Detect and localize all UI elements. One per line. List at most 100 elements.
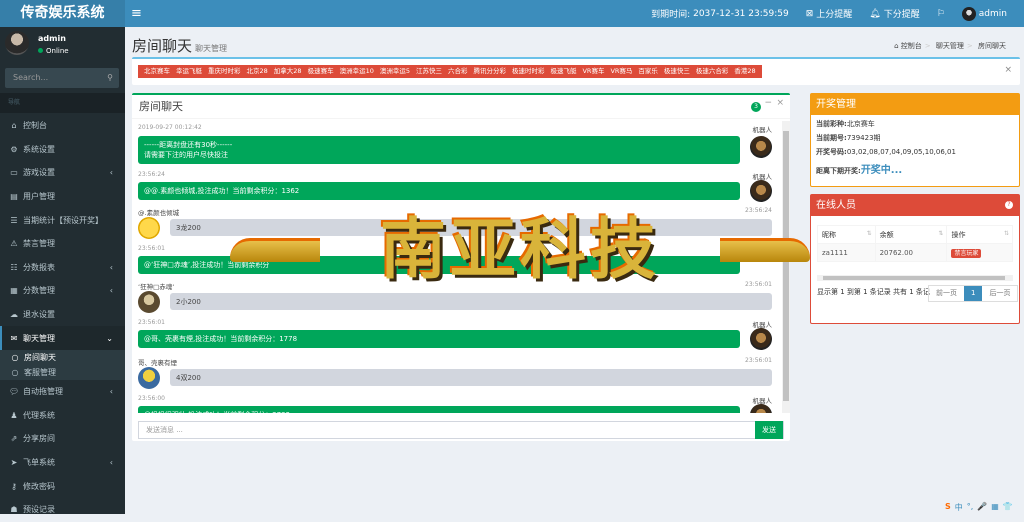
lottery-tab[interactable]: 腾讯分分彩 <box>473 65 506 78</box>
scrollbar-thumb[interactable] <box>823 276 1005 280</box>
lottery-tab[interactable]: 重庆时时彩 <box>208 65 241 78</box>
sidebar-item-users[interactable]: ▤ 用户管理 <box>0 185 125 209</box>
sidebar-subitem-room-chat[interactable]: ○ 房间聊天 <box>0 350 125 365</box>
ime-punct[interactable]: °, <box>967 502 974 513</box>
lottery-tab[interactable]: 北京28 <box>247 65 268 78</box>
chat-scrollbar[interactable] <box>782 121 790 413</box>
chat-message: 23:56:01 @ʼ狂神□赤魂ʼ,投注成功！当前剩余积分 <box>138 245 772 277</box>
message-time: 23:56:00 <box>138 395 165 402</box>
value: 03,02,08,07,04,09,05,10,06,01 <box>846 148 956 156</box>
lottery-tab[interactable]: 澳洲幸运10 <box>340 65 374 78</box>
search-placeholder: Search... <box>13 73 49 82</box>
table-scrollbar[interactable] <box>817 275 1013 281</box>
gamepad-icon: ▭ <box>10 168 18 178</box>
panel-title: 在线人员 <box>811 195 1019 216</box>
sidebar-toggle-icon[interactable]: ≡ <box>131 0 142 27</box>
message-sender: ʼ狂神□赤魂ʼ <box>138 283 175 291</box>
prev-page-button[interactable]: 前一页 <box>929 286 964 301</box>
skin-icon[interactable]: 👕 <box>1003 502 1013 513</box>
chevron-left-icon: ‹ <box>109 262 113 272</box>
lottery-tab[interactable]: VR赛马 <box>610 65 632 78</box>
sidebar-item-score-management[interactable]: ▦ 分数管理 ‹ <box>0 279 125 303</box>
sidebar-item-score-report[interactable]: ☷ 分数报表 ‹ <box>0 256 125 280</box>
sidebar-item-auto-bot[interactable]: 💬︎ 自动拖管理 ‹ <box>0 380 125 404</box>
sidebar-item-period-stats[interactable]: ☰ 当期统计【预设开奖】 <box>0 208 125 232</box>
sidebar-item-fly-order[interactable]: ➤ 飞单系统 ‹ <box>0 451 125 475</box>
lottery-tab[interactable]: 六合彩 <box>448 65 468 78</box>
sidebar-item-rebate-settings[interactable]: ☁ 退水设置 <box>0 303 125 327</box>
minimize-icon[interactable]: − <box>764 98 772 108</box>
share-icon: ⇗ <box>10 434 18 444</box>
next-page-button[interactable]: 后一页 <box>982 286 1017 301</box>
page-1-button[interactable]: 1 <box>964 286 983 301</box>
message-time: 23:56:24 <box>745 207 772 214</box>
column-header[interactable]: 余额 ⇅ <box>874 225 948 244</box>
mute-player-button[interactable]: 禁言玩家 <box>951 249 982 258</box>
lottery-tab[interactable]: 极速快三 <box>664 65 690 78</box>
lottery-tab[interactable]: 幸运飞艇 <box>176 65 202 78</box>
sidebar-item-agent[interactable]: ♟ 代理系统 <box>0 404 125 428</box>
breadcrumb-item[interactable]: 聊天管理 <box>936 42 964 50</box>
lottery-tab[interactable]: 百家乐 <box>638 65 658 78</box>
sidebar-item-chat-management[interactable]: ✉ 聊天管理 ⌄ <box>0 326 125 350</box>
lottery-tab[interactable]: 澳洲幸运5 <box>380 65 410 78</box>
keyboard-icon[interactable]: ▦ <box>991 502 999 513</box>
column-header[interactable]: 昵称 ⇅ <box>817 225 876 244</box>
lottery-tab[interactable]: 江苏快三 <box>416 65 442 78</box>
lottery-tab[interactable]: 北京赛车 <box>144 65 170 78</box>
user-avatar <box>138 367 160 389</box>
sidebar-item-share-room[interactable]: ⇗ 分享房间 <box>0 427 125 451</box>
sidebar-item-mute-management[interactable]: ⚠ 禁言管理 <box>0 232 125 256</box>
sidebar-item-label: 游戏设置 <box>23 168 55 178</box>
sidebar-item-system-settings[interactable]: ⚙ 系统设置 <box>0 138 125 162</box>
close-icon[interactable]: × <box>1004 65 1012 75</box>
report-icon: ☷ <box>10 262 18 272</box>
breadcrumb-item: 房间聊天 <box>978 42 1006 50</box>
lottery-tab[interactable]: 极速时时彩 <box>512 65 545 78</box>
lottery-tab[interactable]: 极速飞艇 <box>550 65 576 78</box>
sidebar-item-dashboard[interactable]: ⌂ 控制台 <box>0 114 125 138</box>
sidebar-item-game-settings[interactable]: ▭ 游戏设置 ‹ <box>0 161 125 185</box>
label: 距离下期开奖: <box>816 167 861 175</box>
lottery-tab[interactable]: VR赛车 <box>582 65 604 78</box>
lottery-tab[interactable]: 加拿大28 <box>274 65 302 78</box>
up-remind-link[interactable]: ⊠ 上分提醒 <box>806 7 853 21</box>
sidebar-item-preset-record[interactable]: ☗ 预设记录 <box>0 498 125 522</box>
lottery-tab[interactable]: 香港28 <box>734 65 755 78</box>
send-button[interactable]: 发送 <box>755 421 783 439</box>
close-icon[interactable]: × <box>776 98 784 108</box>
lottery-tab[interactable]: 极速赛车 <box>308 65 334 78</box>
sidebar-item-label: 修改密码 <box>23 481 55 491</box>
sort-icon[interactable]: ⇅ <box>938 230 943 237</box>
down-remind-link[interactable]: 🔔︎ 下分提醒 <box>869 7 919 21</box>
chat-submenu: ○ 房间聊天 ○ 客服管理 <box>0 349 125 380</box>
sidebar-item-label: 分享房间 <box>23 434 55 444</box>
sidebar-search-input[interactable]: Search... ⚲ <box>5 68 119 88</box>
sidebar-subitem-service[interactable]: ○ 客服管理 <box>0 365 125 380</box>
sort-icon[interactable]: ⇅ <box>867 230 872 237</box>
lottery-tab[interactable]: 极速六合彩 <box>696 65 729 78</box>
microphone-icon[interactable]: 🎤 <box>977 502 987 513</box>
chat-message: 哥、壳裹有煙 23:56:01 4双200 <box>138 357 772 393</box>
scrollbar-thumb[interactable] <box>783 131 789 401</box>
expire-label: 到期时间: <box>651 10 691 20</box>
sort-icon[interactable]: ⇅ <box>1004 230 1009 237</box>
breadcrumb-item[interactable]: 控制台 <box>901 42 922 50</box>
sogou-icon[interactable]: S <box>945 502 951 513</box>
ime-lang[interactable]: 中 <box>955 502 963 513</box>
flag-icon[interactable]: ⚐ <box>937 9 945 19</box>
circle-icon: ○ <box>11 352 19 362</box>
message-text: 2小200 <box>176 297 201 306</box>
help-icon[interactable]: ? <box>1005 201 1013 209</box>
app-logo[interactable]: 传奇娱乐系统 <box>0 0 125 27</box>
input-placeholder: 发送消息 ... <box>146 426 183 434</box>
sidebar-item-change-password[interactable]: ⚷ 修改密码 <box>0 474 125 498</box>
message-bubble: 2小200 <box>170 293 772 310</box>
sidebar-item-label: 控制台 <box>23 121 47 131</box>
user-panel-name: admin <box>38 34 66 43</box>
message-input[interactable]: 发送消息 ... 发送 <box>138 421 784 439</box>
chevron-down-icon: ⌄ <box>106 333 113 343</box>
column-header[interactable]: 操作 ⇅ <box>946 225 1013 244</box>
search-icon[interactable]: ⚲ <box>107 68 113 88</box>
user-menu[interactable]: admin <box>961 6 1007 21</box>
